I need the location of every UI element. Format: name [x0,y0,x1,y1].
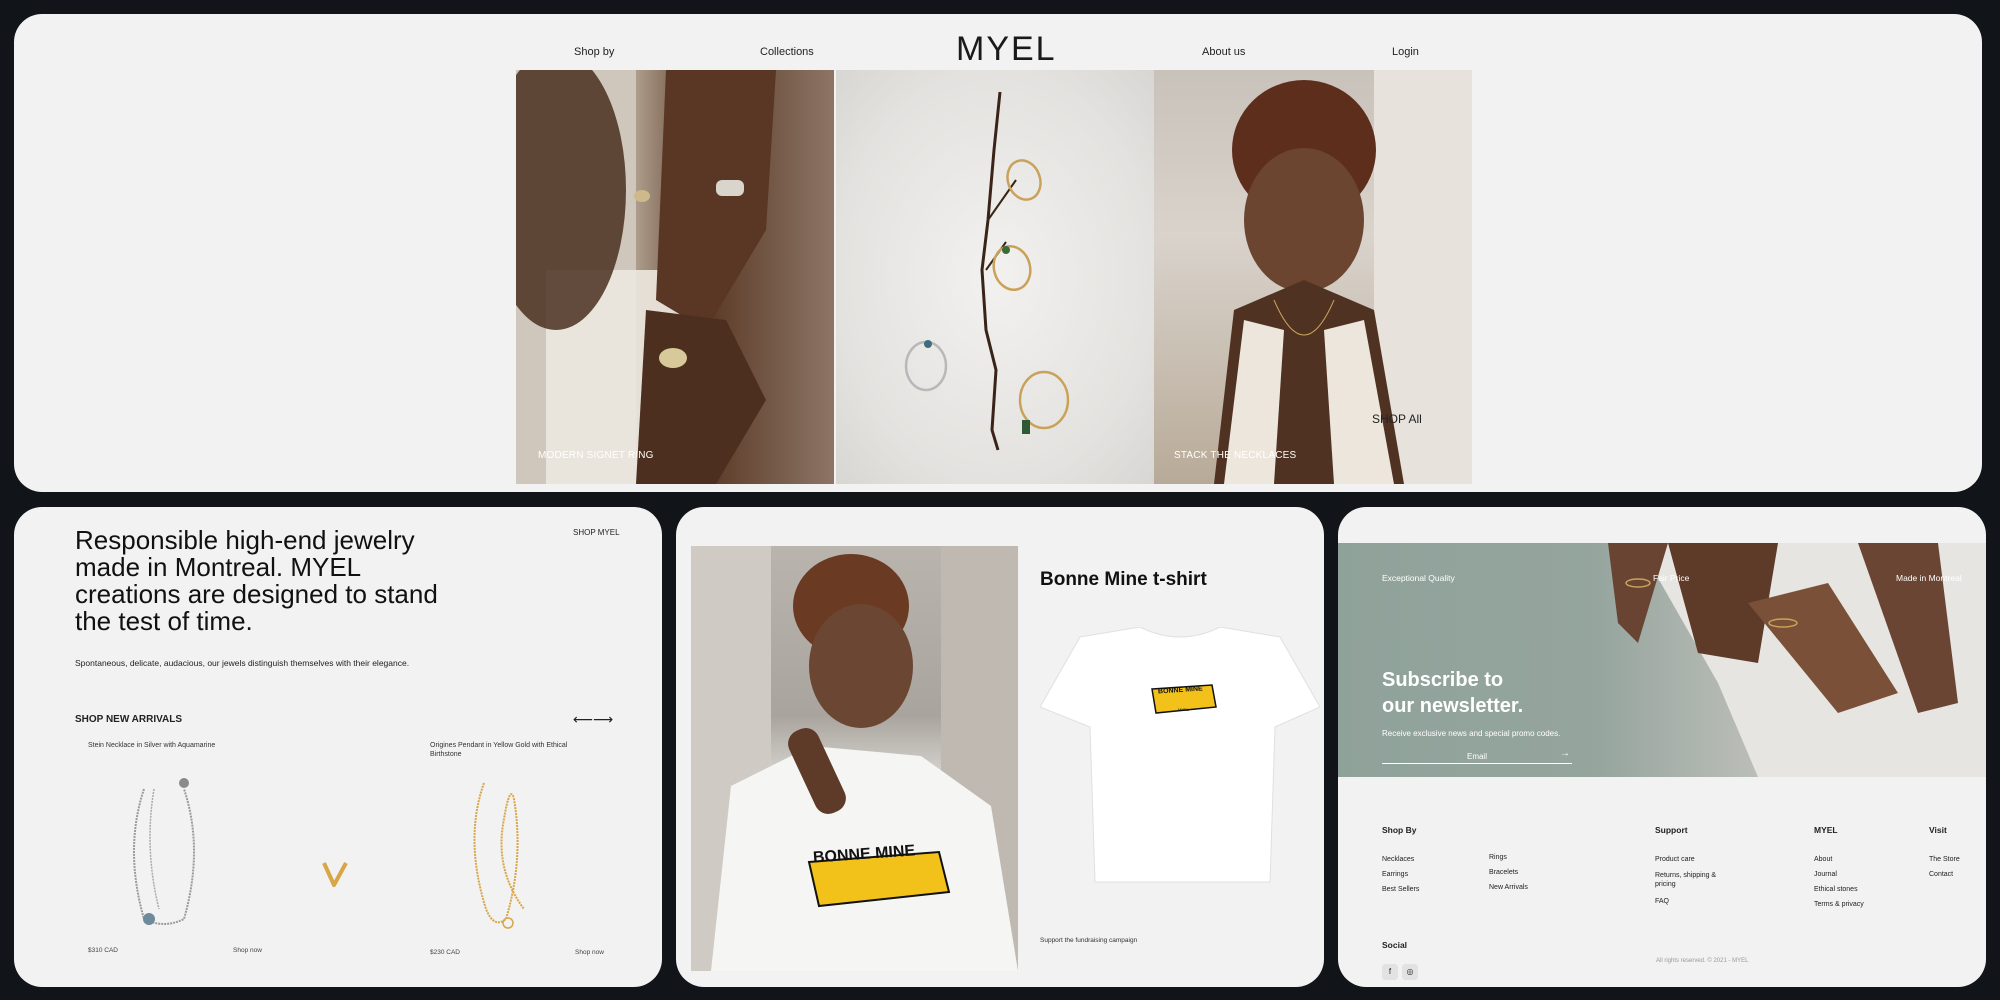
product-name: Stein Necklace in Silver with Aquamarine [88,742,216,749]
newsletter-email-input[interactable] [1382,750,1572,764]
instagram-icon[interactable]: ◎ [1402,964,1418,980]
newsletter-title: Subscribe to our newsletter. [1382,669,1524,717]
product-price: $310 CAD [88,947,118,954]
branch-rings-photo [904,91,1070,451]
facebook-icon[interactable]: f [1382,964,1398,980]
silver-necklace-image [133,778,195,925]
usp-montreal: Made in Montreal [1896,573,1962,583]
footer-link-bracelets[interactable]: Bracelets [1489,868,1518,877]
product-shirt-print-sub: MYEL [1178,707,1189,712]
nav-collections[interactable]: Collections [760,46,814,58]
shop-now-link[interactable]: Shop now [575,949,604,956]
shop-myel-link[interactable]: SHOP MYEL [573,528,620,537]
logo[interactable]: MYEL [956,30,1057,69]
newsletter-footer-card: Exceptional Quality Fair Price Made in M… [1338,507,1986,987]
nav-shop-by[interactable]: Shop by [574,46,614,58]
footer-myel-title: MYEL [1814,825,1838,835]
gold-necklace-image [473,782,525,929]
new-arrivals-title: SHOP NEW ARRIVALS [75,714,183,725]
newsletter-banner: Exceptional Quality Fair Price Made in M… [1338,543,1986,777]
newsletter-description: Receive exclusive news and special promo… [1382,729,1561,738]
next-arrow-icon[interactable]: ⟶ [593,711,613,728]
product-name: Origines Pendant in Yellow Gold with Eth… [430,742,568,758]
submit-arrow-icon[interactable]: → [1560,748,1570,759]
hero-panel-branch-rings[interactable] [836,70,1154,484]
fundraising-link[interactable]: Support the fundraising campaign [1040,937,1137,944]
brand-subtext: Spontaneous, delicate, audacious, our je… [75,658,410,668]
usp-price: Fair Price [1653,573,1690,583]
nav-login[interactable]: Login [1392,46,1419,58]
gold-pendant-image [322,862,348,887]
footer-link-returns[interactable]: Returns, shipping & pricing [1655,871,1717,889]
footer-link-faq[interactable]: FAQ [1655,897,1669,906]
woman-necklace-photo [1214,70,1472,484]
tshirt-product-image[interactable]: BONNE MINE MYEL [1039,626,1321,887]
footer-visit-title: Visit [1929,825,1947,835]
footer-link-best-sellers[interactable]: Best Sellers [1382,885,1419,894]
footer-link-journal[interactable]: Journal [1814,870,1837,879]
hero-panel-necklaces[interactable]: SHOP All STACK THE NECKLACES [1154,70,1472,484]
intro-card: Responsible high-end jewelry made in Mon… [14,507,662,987]
usp-quality: Exceptional Quality [1382,573,1455,583]
panel-caption-necklaces: STACK THE NECKLACES [1174,450,1297,461]
footer-link-rings[interactable]: Rings [1489,853,1507,862]
footer-link-product-care[interactable]: Product care [1655,855,1695,864]
hero-panel-signet-ring[interactable]: MODERN SIGNET RING [516,70,834,484]
footer-shop-by-title: Shop By [1382,825,1417,835]
shop-all-link[interactable]: SHOP All [1372,412,1422,426]
nav-about-us[interactable]: About us [1202,46,1245,58]
footer-link-ethical-stones[interactable]: Ethical stones [1814,885,1858,894]
footer-link-terms[interactable]: Terms & privacy [1814,900,1864,909]
panel-caption-signet: MODERN SIGNET RING [538,450,654,461]
hands-photo [516,70,776,484]
tshirt-model-photo: BONNE MINE [691,546,1018,971]
footer-link-store[interactable]: The Store [1929,855,1960,864]
feature-card: BONNE MINE Bonne Mine t-shirt BONNE MINE… [676,507,1324,987]
footer-link-about[interactable]: About [1814,855,1832,864]
footer-link-earrings[interactable]: Earrings [1382,870,1408,879]
shop-now-link[interactable]: Shop now [233,947,262,954]
brand-headline: Responsible high-end jewelry made in Mon… [75,525,438,636]
social-title: Social [1382,940,1408,950]
copyright: All rights reserved. © 2021 - MYEL [1656,958,1749,964]
prev-arrow-icon[interactable]: ⟵ [573,711,593,728]
footer-link-contact[interactable]: Contact [1929,870,1953,879]
footer-link-necklaces[interactable]: Necklaces [1382,855,1414,864]
hero-card: Shop by Collections MYEL About us Login … [14,14,1982,492]
product-price: $230 CAD [430,949,460,956]
footer-link-new-arrivals[interactable]: New Arrivals [1489,883,1528,892]
footer-support-title: Support [1655,825,1688,835]
feature-title: Bonne Mine t-shirt [1040,569,1207,590]
